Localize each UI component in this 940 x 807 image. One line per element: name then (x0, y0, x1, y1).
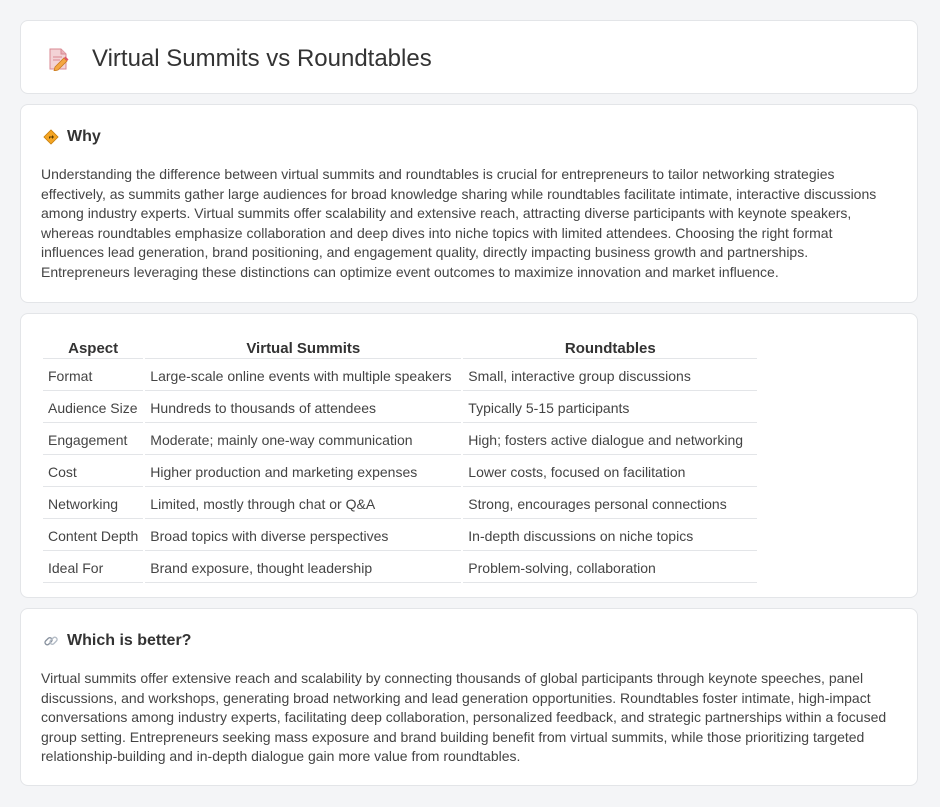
which-is-better-section: Which is better? Virtual summits offer e… (20, 608, 918, 786)
header-card: Virtual Summits vs Roundtables (20, 20, 918, 94)
header-roundtables: Roundtables (463, 338, 758, 359)
why-section: Why Understanding the difference between… (20, 104, 918, 303)
cell-virtual-summits: Moderate; mainly one-way communication (145, 425, 462, 455)
link-icon (44, 636, 58, 646)
document-pencil-icon (49, 48, 69, 71)
cell-roundtables: Typically 5-15 participants (463, 393, 758, 423)
cell-virtual-summits: Hundreds to thousands of attendees (145, 393, 462, 423)
table-row: Audience Size Hundreds to thousands of a… (43, 393, 758, 423)
header-virtual-summits: Virtual Summits (145, 338, 462, 359)
table-row: Ideal For Brand exposure, thought leader… (43, 553, 758, 583)
better-heading: Which is better? (43, 631, 191, 651)
cell-roundtables: Strong, encourages personal connections (463, 489, 758, 519)
better-text: Virtual summits offer extensive reach an… (41, 670, 887, 764)
table-row: Engagement Moderate; mainly one-way comm… (43, 425, 758, 455)
cell-roundtables: In-depth discussions on niche topics (463, 521, 758, 551)
cell-aspect: Audience Size (43, 393, 144, 423)
cell-roundtables: Small, interactive group discussions (463, 361, 758, 391)
cell-virtual-summits: Broad topics with diverse perspectives (145, 521, 462, 551)
table-row: Networking Limited, mostly through chat … (43, 489, 758, 519)
cell-aspect: Content Depth (43, 521, 144, 551)
header-aspect: Aspect (43, 338, 144, 359)
why-text: Understanding the difference between vir… (41, 166, 877, 280)
cell-virtual-summits: Brand exposure, thought leadership (145, 553, 462, 583)
comparison-table: Aspect Virtual Summits Roundtables Forma… (41, 336, 759, 585)
cell-aspect: Format (43, 361, 144, 391)
why-heading: Why (43, 127, 101, 147)
cell-aspect: Engagement (43, 425, 144, 455)
table-row: Content Depth Broad topics with diverse … (43, 521, 758, 551)
cell-virtual-summits: Limited, mostly through chat or Q&A (145, 489, 462, 519)
table-row: Format Large-scale online events with mu… (43, 361, 758, 391)
cell-roundtables: High; fosters active dialogue and networ… (463, 425, 758, 455)
better-title: Which is better? (67, 632, 192, 649)
cell-roundtables: Lower costs, focused on facilitation (463, 457, 758, 487)
comparison-section: Aspect Virtual Summits Roundtables Forma… (20, 313, 918, 598)
why-title: Why (67, 128, 101, 145)
road-sign-icon (43, 129, 59, 145)
page-title: Virtual Summits vs Roundtables (92, 45, 432, 72)
cell-virtual-summits: Higher production and marketing expenses (145, 457, 462, 487)
cell-aspect: Cost (43, 457, 144, 487)
cell-roundtables: Problem-solving, collaboration (463, 553, 758, 583)
table-row: Cost Higher production and marketing exp… (43, 457, 758, 487)
cell-aspect: Networking (43, 489, 144, 519)
cell-aspect: Ideal For (43, 553, 144, 583)
table-header-row: Aspect Virtual Summits Roundtables (43, 338, 758, 359)
cell-virtual-summits: Large-scale online events with multiple … (145, 361, 462, 391)
